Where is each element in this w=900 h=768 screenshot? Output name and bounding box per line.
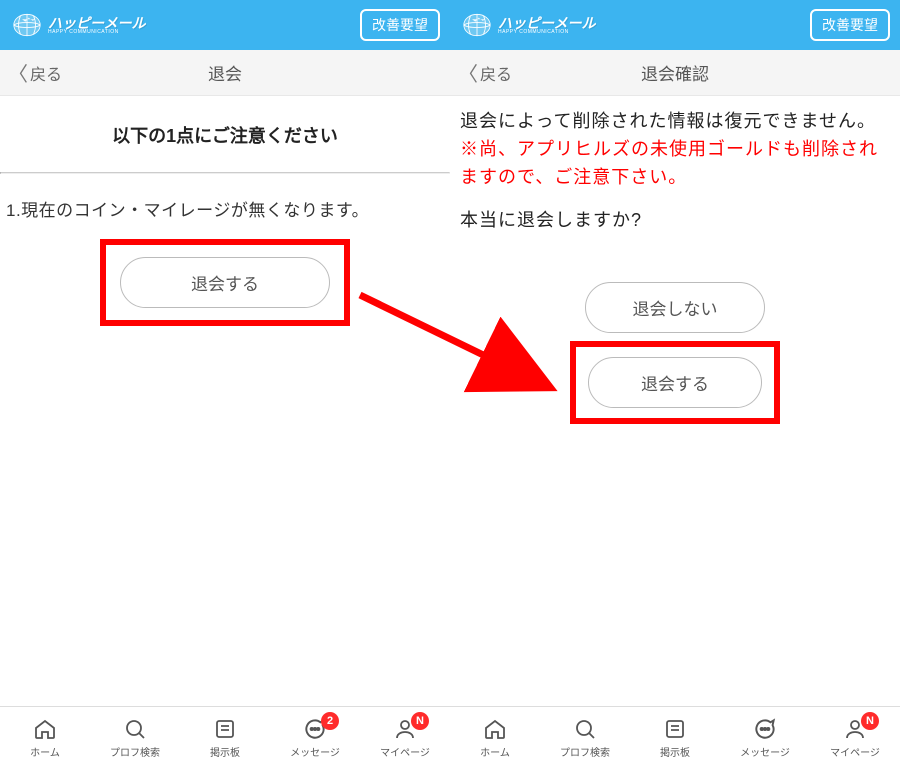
page-title: 退会確認 — [450, 60, 900, 85]
nav-bar: 〈 戻る 退会確認 — [450, 50, 900, 96]
globe-icon — [10, 11, 44, 39]
confirm-question: 本当に退会しますか? — [450, 192, 900, 232]
nav-home-label: ホーム — [480, 744, 510, 759]
nav-mypage-label: マイページ — [830, 744, 880, 759]
chevron-left-icon: 〈 — [458, 58, 478, 87]
improvement-request-button[interactable]: 改善要望 — [810, 9, 890, 41]
annotation-highlight: 退会する — [570, 341, 780, 424]
search-icon — [572, 716, 598, 742]
nav-message-label: メッセージ — [740, 744, 790, 759]
nav-bar: 〈 戻る 退会 — [0, 50, 450, 96]
notice-item: 1.現在のコイン・マイレージが無くなります。 — [0, 174, 450, 221]
back-label: 戻る — [30, 61, 62, 85]
back-label: 戻る — [480, 61, 512, 85]
nav-home[interactable]: ホーム — [5, 716, 85, 759]
message-badge: 2 — [321, 712, 339, 730]
nav-mypage[interactable]: N マイページ — [365, 716, 445, 759]
search-icon — [122, 716, 148, 742]
nav-search[interactable]: プロフ検索 — [545, 716, 625, 759]
nav-search[interactable]: プロフ検索 — [95, 716, 175, 759]
page-title: 退会 — [0, 60, 450, 85]
button-stack: 退会しない 退会する — [450, 282, 900, 424]
cancel-withdraw-button[interactable]: 退会しない — [585, 282, 765, 333]
nav-mypage[interactable]: N マイページ — [815, 716, 895, 759]
app-logo: ハッピーメール HAPPY COMMUNICATION — [10, 11, 145, 39]
board-icon — [662, 716, 688, 742]
board-icon — [212, 716, 238, 742]
nav-message[interactable]: 2 メッセージ — [275, 716, 355, 759]
home-icon — [32, 716, 58, 742]
nav-search-label: プロフ検索 — [560, 744, 610, 759]
improvement-request-button[interactable]: 改善要望 — [360, 9, 440, 41]
chevron-left-icon: 〈 — [8, 58, 28, 87]
notice-heading: 以下の1点にご注意ください — [0, 96, 450, 172]
nav-board[interactable]: 掲示板 — [635, 716, 715, 759]
warning-text: ※尚、アプリヒルズの未使用ゴールドも削除されますので、ご注意下さい。 — [450, 136, 900, 192]
back-button[interactable]: 〈 戻る — [450, 58, 512, 87]
back-button[interactable]: 〈 戻る — [0, 58, 62, 87]
screen-withdraw-confirm: ハッピーメール HAPPY COMMUNICATION 改善要望 〈 戻る 退会… — [450, 0, 900, 768]
mypage-badge: N — [861, 712, 879, 730]
withdraw-button[interactable]: 退会する — [120, 257, 330, 308]
nav-board-label: 掲示板 — [210, 744, 240, 759]
nav-message-label: メッセージ — [290, 744, 340, 759]
nav-mypage-label: マイページ — [380, 744, 430, 759]
top-bar: ハッピーメール HAPPY COMMUNICATION 改善要望 — [450, 0, 900, 50]
content-area: 退会によって削除された情報は復元できません。 ※尚、アプリヒルズの未使用ゴールド… — [450, 96, 900, 706]
home-icon — [482, 716, 508, 742]
withdraw-button[interactable]: 退会する — [588, 357, 762, 408]
app-logo: ハッピーメール HAPPY COMMUNICATION — [460, 11, 595, 39]
nav-board-label: 掲示板 — [660, 744, 690, 759]
nav-board[interactable]: 掲示板 — [185, 716, 265, 759]
content-area: 以下の1点にご注意ください 1.現在のコイン・マイレージが無くなります。 退会す… — [0, 96, 450, 706]
bottom-nav: ホーム プロフ検索 掲示板 メッセージ N — [450, 706, 900, 768]
top-bar: ハッピーメール HAPPY COMMUNICATION 改善要望 — [0, 0, 450, 50]
nav-home[interactable]: ホーム — [455, 716, 535, 759]
screen-withdraw: ハッピーメール HAPPY COMMUNICATION 改善要望 〈 戻る 退会… — [0, 0, 450, 768]
globe-icon — [460, 11, 494, 39]
brand-name: ハッピーメール — [498, 16, 595, 30]
brand-name: ハッピーメール — [48, 16, 145, 30]
bottom-nav: ホーム プロフ検索 掲示板 2 メッセージ — [0, 706, 450, 768]
nav-home-label: ホーム — [30, 744, 60, 759]
annotation-highlight: 退会する — [100, 239, 350, 326]
nav-message[interactable]: メッセージ — [725, 716, 805, 759]
message-icon — [752, 716, 778, 742]
mypage-badge: N — [411, 712, 429, 730]
nav-search-label: プロフ検索 — [110, 744, 160, 759]
confirm-text: 退会によって削除された情報は復元できません。 — [450, 96, 900, 136]
